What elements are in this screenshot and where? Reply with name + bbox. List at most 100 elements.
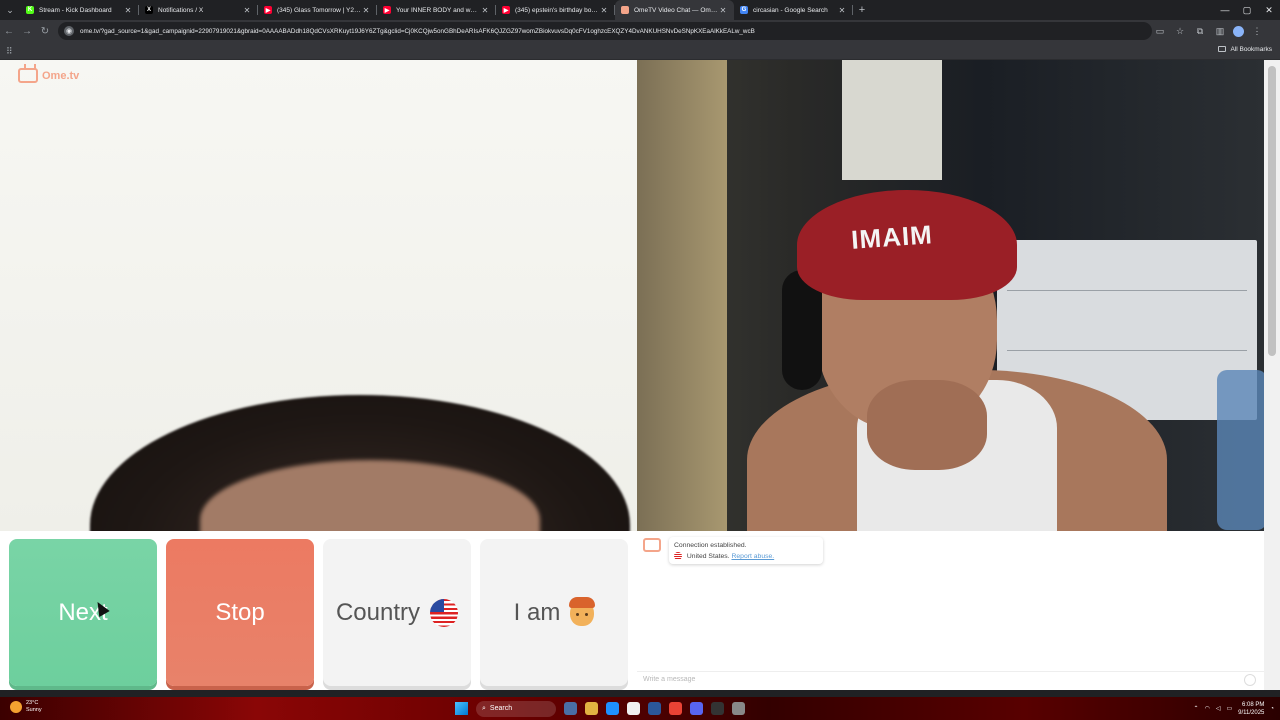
edge-icon[interactable] [606,702,619,715]
back-icon[interactable]: ← [0,26,18,37]
us-flag-icon [430,598,459,627]
reload-icon[interactable]: ↻ [36,26,54,37]
tab-close-icon[interactable]: ✕ [837,6,847,15]
system-tray: ⌃ ◠ ◁ ▭ 6:08 PM 9/11/2025 ◔ [1194,699,1274,718]
battery-icon[interactable]: ▭ [1226,705,1232,712]
tab-title: Stream - Kick Dashboard [39,6,112,14]
clock[interactable]: 6:08 PM 9/11/2025 [1238,701,1264,717]
browser-tab[interactable]: ▶ (345) Glass Tomorrow | Y2K Fr...✕ [258,0,377,20]
extensions-icon[interactable]: ⧉ [1193,26,1207,37]
tab-favicon-icon: K [26,6,34,14]
ometv-page: Ome.tv IMAIM Next Stop Country I am Conn… [0,60,1280,690]
file-explorer-icon[interactable] [585,702,598,715]
url-text[interactable]: ome.tv/?gad_source=1&gad_campaignid=2290… [80,28,755,35]
store-icon[interactable] [627,702,640,715]
boy-emoji-icon [569,596,596,626]
emoji-icon[interactable] [1244,674,1256,686]
tray-chevron-icon[interactable]: ⌃ [1194,705,1199,712]
search-icon: ⌕ [482,704,486,712]
site-info-icon[interactable]: ◉ [64,26,74,36]
chat-logo-icon [643,538,661,552]
country-button[interactable]: Country [323,539,471,686]
obs-icon[interactable] [711,702,724,715]
folder-icon [1218,46,1227,53]
tab-favicon-icon: G [740,6,748,14]
tab-favicon-icon [621,6,629,14]
taskbar-search[interactable]: ⌕ Search [476,700,556,717]
browser-tab[interactable]: Gcircasian - Google Search ✕ [734,0,853,20]
tab-close-icon[interactable]: ✕ [480,6,490,15]
profile-avatar[interactable] [1233,25,1244,37]
chrome-icon[interactable] [669,702,682,715]
tab-close-icon[interactable]: ✕ [361,6,371,15]
forward-icon[interactable]: → [18,26,36,37]
chat-panel: Connection established. United States. R… [637,531,1264,690]
browser-toolbar: ← → ↻ ◉ ome.tv/?gad_source=1&gad_campaig… [0,20,1280,42]
window-controls: — ▢ ✕ [1214,0,1280,20]
next-button[interactable]: Next [9,539,157,686]
vscode-icon[interactable] [648,702,661,715]
minimize-icon[interactable]: — [1214,0,1236,20]
weather-widget[interactable]: 23°C Sunny [10,700,42,714]
country-label: Country [335,598,421,626]
tab-close-icon[interactable]: ✕ [123,6,133,15]
menu-icon[interactable]: ⋮ [1250,26,1264,37]
tab-strip: ⌄ K Stream - Kick Dashboard ✕ X Notification… [0,0,1280,20]
report-abuse-link[interactable]: Report abuse. [731,553,774,560]
tab-favicon-icon: ▶ [383,6,391,14]
browser-tab[interactable]: ▶ Your INNER BODY and why yo...✕ [377,0,496,20]
logo-text: Ome.tv [42,69,80,82]
maximize-icon[interactable]: ▢ [1236,0,1258,20]
local-video: Ome.tv [0,60,637,531]
tab-search-icon[interactable]: ⌄ [0,0,20,20]
tab-close-icon[interactable]: ✕ [599,6,609,15]
cast-icon[interactable]: ▭ [1153,26,1167,37]
settings-icon[interactable] [732,702,745,715]
curtain-shape [637,60,727,531]
clock-time: 6:08 PM [1242,701,1265,708]
tab-title: (345) epstein's birthday book o... [515,6,599,14]
i-am-button[interactable]: I am [480,539,628,686]
i-am-label: I am [513,598,561,626]
scroll-thumb[interactable] [1268,66,1276,356]
browser-tab[interactable]: OmeTV Video Chat — Ome... ✕ [615,0,734,20]
tv-logo-icon [18,68,38,83]
task-view-icon[interactable] [564,702,577,715]
system-message: Connection established. United States. R… [669,537,823,564]
apps-grid-icon[interactable]: ⠿ [6,46,13,57]
water-jug-shape [1217,370,1264,530]
all-bookmarks-button[interactable]: All Bookmarks [1218,46,1272,53]
remote-video: IMAIM [637,60,1264,531]
window-shape [842,60,942,180]
tab-title: Notifications / X [158,6,204,14]
ometv-logo[interactable]: Ome.tv [18,68,79,83]
discord-icon[interactable] [690,702,703,715]
tab-title: (345) Glass Tomorrow | Y2K Fr... [277,6,361,14]
browser-tab[interactable]: ▶ (345) epstein's birthday book o...✕ [496,0,615,20]
message-input[interactable]: Write a message [637,671,1264,690]
notification-icon[interactable]: ◔ [1270,706,1274,712]
stop-label: Stop [215,598,265,626]
clock-date: 9/11/2025 [1238,709,1265,716]
bookmarks-bar: ⠿ All Bookmarks [0,42,1280,60]
partner-country: United States. [686,553,730,560]
bookmark-star-icon[interactable]: ☆ [1173,26,1187,37]
volume-icon[interactable]: ◁ [1216,705,1221,712]
tab-close-icon[interactable]: ✕ [242,6,252,15]
tab-title: circasian - Google Search [753,6,828,14]
temperature: 23°C [26,700,39,706]
tab-close-icon[interactable]: ✕ [718,6,728,15]
wifi-icon[interactable]: ◠ [1205,705,1210,712]
new-tab-button[interactable]: + [853,4,871,16]
address-bar[interactable]: ◉ ome.tv/?gad_source=1&gad_campaignid=22… [58,22,1152,40]
browser-tab[interactable]: K Stream - Kick Dashboard ✕ [20,0,139,20]
windows-taskbar: 23°C Sunny ⌕ Search ⌃ ◠ ◁ ▭ 6:08 PM 9/11/20… [0,697,1280,720]
tab-favicon-icon: X [145,6,153,14]
close-window-icon[interactable]: ✕ [1258,0,1280,20]
windows-start-icon[interactable] [455,702,468,715]
sidepanel-icon[interactable]: ▥ [1213,26,1227,37]
all-bookmarks-label: All Bookmarks [1230,46,1272,53]
tab-favicon-icon: ▶ [502,6,510,14]
stop-button[interactable]: Stop [166,539,314,686]
browser-tab[interactable]: X Notifications / X ✕ [139,0,258,20]
